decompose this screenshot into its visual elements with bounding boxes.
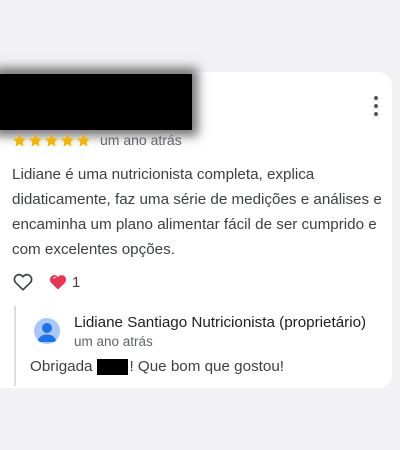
reply-text-before: Obrigada [30, 358, 93, 375]
reaction-count: 1 [72, 273, 81, 291]
review-actions: 1 [12, 270, 80, 294]
owner-avatar [34, 318, 60, 344]
more-options-button[interactable] [366, 94, 386, 118]
reaction-summary[interactable]: 1 [48, 272, 80, 292]
review-time: um ano atrás [100, 132, 182, 148]
owner-reply: Lidiane Santiago Nutricionista (propriet… [14, 306, 394, 386]
star-icon [76, 133, 91, 148]
more-vert-icon-dot [374, 104, 378, 108]
star-icon [44, 133, 59, 148]
more-vert-icon-dot [374, 96, 378, 100]
redacted-reviewer-name [0, 74, 192, 130]
star-icon [12, 133, 27, 148]
page: um ano atrás Lidiane é uma nutricionista… [0, 0, 400, 450]
star-icon [60, 133, 75, 148]
heart-filled-icon [49, 275, 67, 290]
redacted-name-inline [97, 358, 129, 375]
heart-outline-icon [13, 273, 33, 291]
reply-text-after: ! Que bom que gostou! [129, 358, 284, 375]
user-avatar-icon [37, 323, 57, 342]
reply-text: Obrigada ! Que bom que gostou! [30, 358, 284, 375]
star-icon [28, 133, 43, 148]
like-button[interactable] [12, 271, 34, 293]
review-card: um ano atrás Lidiane é uma nutricionista… [0, 72, 392, 388]
star-rating [12, 133, 91, 148]
review-text: Lidiane é uma nutricionista completa, ex… [12, 166, 382, 258]
rating-row: um ano atrás [12, 130, 182, 150]
more-vert-icon-dot [374, 112, 378, 116]
owner-name: Lidiane Santiago Nutricionista (propriet… [74, 314, 367, 331]
reply-time: um ano atrás [74, 334, 153, 349]
